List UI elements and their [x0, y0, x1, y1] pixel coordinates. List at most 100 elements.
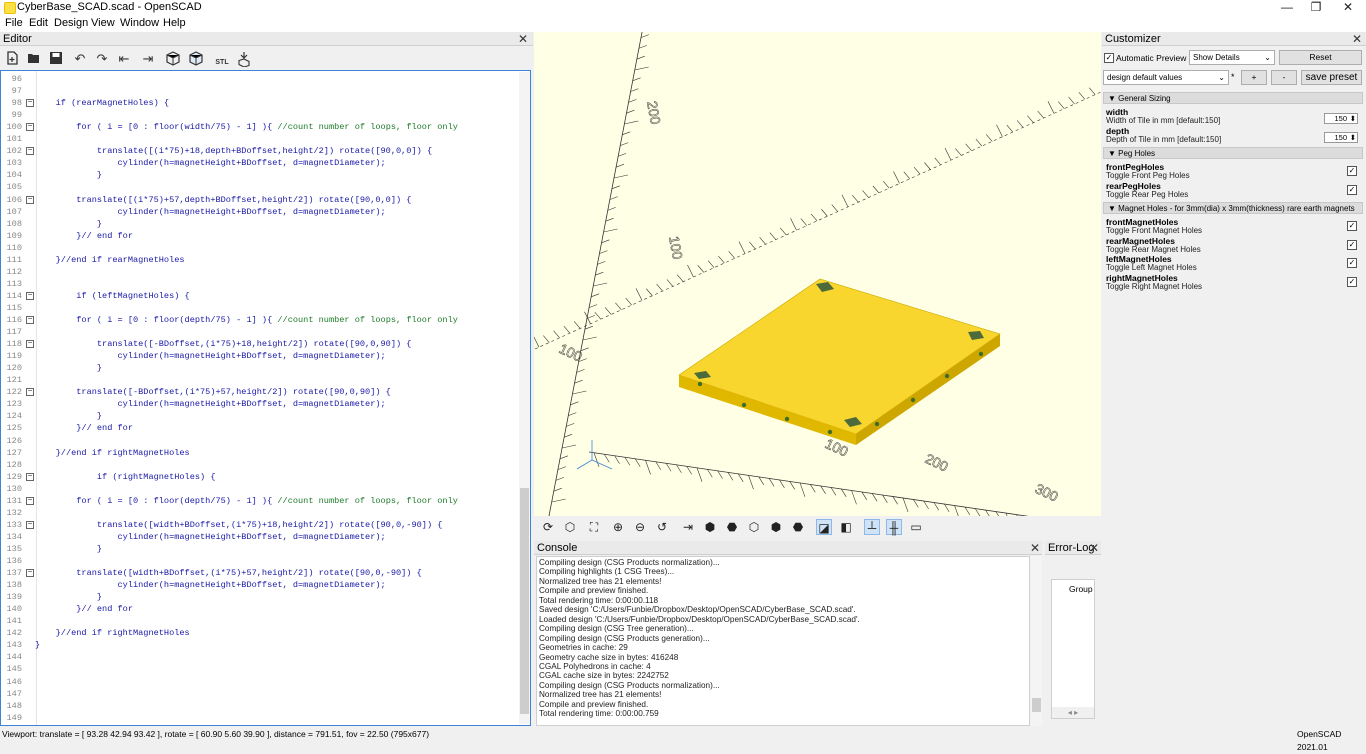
view-all-icon[interactable]: ⛶: [586, 519, 602, 535]
spinner-arrows-icon[interactable]: ⬍: [1350, 114, 1356, 123]
new-icon[interactable]: [4, 51, 20, 67]
code-line: 138 cylinder(h=magnetHeight+BDoffset, d=…: [1, 579, 521, 591]
close-customizer-icon[interactable]: ✕: [1352, 33, 1362, 45]
menu-file[interactable]: File: [5, 17, 23, 29]
fold-toggle-icon[interactable]: −: [26, 497, 34, 505]
magnet-hole: [828, 430, 832, 434]
console-scrollbar-thumb[interactable]: [1032, 698, 1041, 712]
save-preset-button[interactable]: save preset: [1301, 70, 1362, 85]
fold-toggle-icon[interactable]: −: [26, 340, 34, 348]
section-header[interactable]: ▼ General Sizing: [1103, 92, 1363, 104]
preview-icon[interactable]: [165, 51, 181, 67]
open-icon[interactable]: [26, 51, 42, 67]
version-label: OpenSCAD 2021.01: [1297, 728, 1366, 754]
back-view-icon[interactable]: ⬣: [790, 519, 806, 535]
param-checkbox[interactable]: ✓: [1347, 240, 1357, 250]
console-line: Normalized tree has 21 elements!: [539, 577, 661, 586]
show-edges-icon[interactable]: ▭: [908, 519, 924, 535]
orthogonal-icon[interactable]: ◧: [838, 519, 854, 535]
param-spinbox[interactable]: 150⬍: [1324, 132, 1358, 143]
code-line: 121: [1, 374, 521, 386]
perspective-icon[interactable]: ◪: [816, 519, 832, 535]
code-line: 107 cylinder(h=magnetHeight+BDoffset, d=…: [1, 206, 521, 218]
param-checkbox[interactable]: ✓: [1347, 258, 1357, 268]
zoom-out-icon[interactable]: ⊖: [632, 519, 648, 535]
code-line: 102− translate([(i*75)+18,depth+BDoffset…: [1, 145, 521, 157]
indent-icon[interactable]: ⇥: [140, 51, 156, 67]
param-value: 150: [1334, 133, 1347, 142]
auto-preview-checkbox[interactable]: ✓: [1104, 53, 1114, 63]
section-header[interactable]: ▼ Magnet Holes - for 3mm(dia) x 3mm(thic…: [1103, 202, 1363, 214]
remove-preset-button[interactable]: -: [1271, 70, 1297, 85]
console-output[interactable]: Compiling design (CSG Products normaliza…: [536, 556, 1030, 726]
fold-toggle-icon[interactable]: −: [26, 196, 34, 204]
axis-tick: [572, 391, 586, 394]
editor-scrollbar-thumb[interactable]: [520, 488, 529, 714]
line-number: 134: [3, 531, 22, 543]
code-text: }//end if rightMagnetHoles: [35, 447, 190, 459]
fold-toggle-icon[interactable]: −: [26, 521, 34, 529]
unindent-icon[interactable]: ⇤: [116, 51, 132, 67]
fold-toggle-icon[interactable]: −: [26, 99, 34, 107]
spinner-arrows-icon[interactable]: ⬍: [1350, 133, 1356, 142]
param-checkbox[interactable]: ✓: [1347, 185, 1357, 195]
code-line: 129− if (rightMagnetHoles) {: [1, 471, 521, 483]
save-icon[interactable]: [48, 51, 64, 67]
customizer-header: Customizer ✕: [1102, 32, 1366, 46]
left-view-icon[interactable]: ⬡: [746, 519, 762, 535]
console-scrollbar[interactable]: [1031, 556, 1042, 726]
preset-select[interactable]: design default values ⌄: [1103, 70, 1229, 85]
preview-icon[interactable]: ⟳: [540, 519, 556, 535]
render-icon[interactable]: [188, 51, 204, 67]
export-stl-icon[interactable]: STL: [214, 51, 230, 67]
close-editor-icon[interactable]: ✕: [518, 33, 528, 45]
right-view-icon[interactable]: ⇥: [680, 519, 696, 535]
param-checkbox[interactable]: ✓: [1347, 166, 1357, 176]
menu-window[interactable]: Window: [120, 17, 159, 29]
menu-design[interactable]: Design: [54, 17, 88, 29]
close-window-button[interactable]: ✕: [1333, 0, 1363, 16]
fold-toggle-icon[interactable]: −: [26, 147, 34, 155]
fold-toggle-icon[interactable]: −: [26, 123, 34, 131]
menu-edit[interactable]: Edit: [29, 17, 48, 29]
close-errorlog-icon[interactable]: ✕: [1089, 542, 1099, 554]
code-line: 97: [1, 85, 521, 97]
fold-toggle-icon[interactable]: −: [26, 569, 34, 577]
add-preset-button[interactable]: +: [1241, 70, 1267, 85]
menu-help[interactable]: Help: [163, 17, 186, 29]
fold-toggle-icon[interactable]: −: [26, 292, 34, 300]
fold-toggle-icon[interactable]: −: [26, 388, 34, 396]
param-checkbox[interactable]: ✓: [1347, 277, 1357, 287]
close-console-icon[interactable]: ✕: [1030, 542, 1040, 554]
fold-toggle-icon[interactable]: −: [26, 316, 34, 324]
window-title: CyberBase_SCAD.scad - OpenSCAD: [17, 1, 202, 13]
render-icon[interactable]: ⬡: [562, 519, 578, 535]
show-axes-icon[interactable]: ┴: [864, 519, 880, 535]
axis-tick: [566, 423, 574, 426]
show-details-select[interactable]: Show Details ⌄: [1189, 50, 1275, 65]
front-view-icon[interactable]: ⬢: [768, 519, 784, 535]
undo-icon[interactable]: ↶: [72, 51, 88, 67]
maximize-button[interactable]: ❐: [1301, 0, 1331, 16]
top-view-icon[interactable]: ⬢: [702, 519, 718, 535]
param-checkbox[interactable]: ✓: [1347, 221, 1357, 231]
fold-toggle-icon[interactable]: −: [26, 473, 34, 481]
magnet-hole: [979, 352, 983, 356]
3d-viewport[interactable]: 200 100 100 100 200 300: [534, 32, 1101, 516]
redo-icon[interactable]: ↷: [94, 51, 110, 67]
reset-view-icon[interactable]: ↺: [654, 519, 670, 535]
reset-button[interactable]: Reset: [1279, 50, 1362, 65]
section-header[interactable]: ▼ Peg Holes: [1103, 147, 1363, 159]
menu-view[interactable]: View: [91, 17, 115, 29]
code-text: for ( i = [0 : floor(width/75) - 1] ){ /…: [35, 121, 458, 133]
send-to-print-icon[interactable]: [236, 51, 252, 67]
zoom-in-icon[interactable]: ⊕: [610, 519, 626, 535]
axis-tick: [780, 228, 786, 235]
minimize-button[interactable]: —: [1272, 0, 1302, 16]
code-editor[interactable]: 969798− if (rearMagnetHoles) {99100− for…: [0, 70, 531, 726]
errorlog-hscroll[interactable]: ◂ ▸: [1052, 707, 1094, 718]
param-spinbox[interactable]: 150⬍: [1324, 113, 1358, 124]
show-scale-icon[interactable]: ╫: [886, 519, 902, 535]
bottom-view-icon[interactable]: ⬣: [724, 519, 740, 535]
axis-tick: [646, 460, 651, 474]
